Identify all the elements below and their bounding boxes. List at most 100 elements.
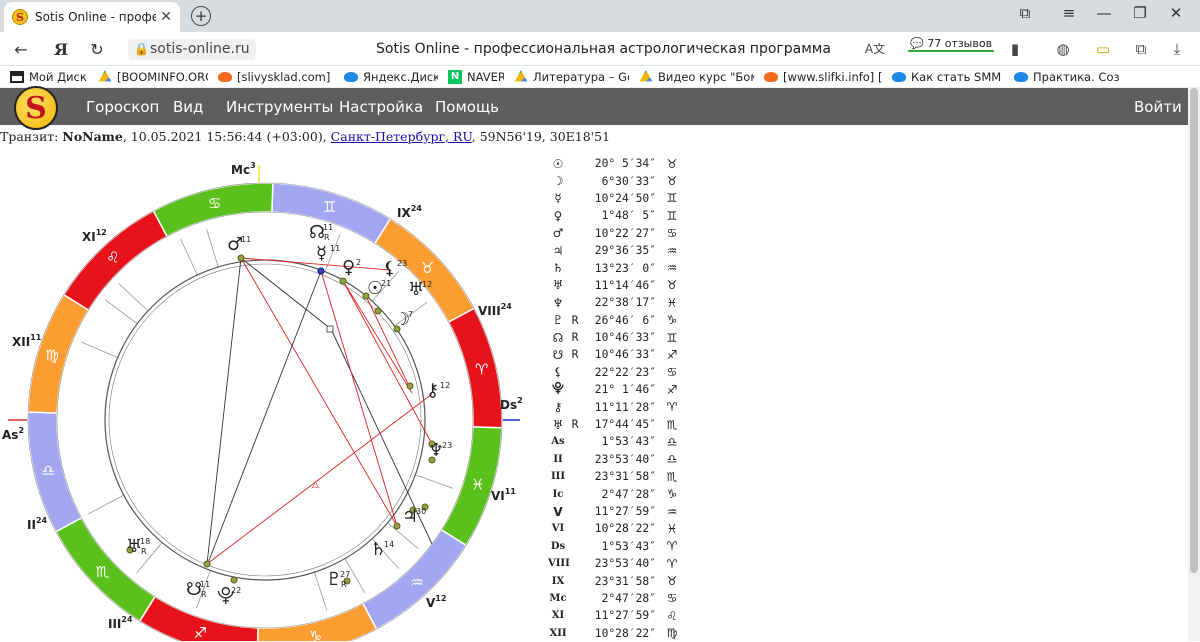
- address-bar-row: ← Я ↻ 🔒 sotis-online.ru Sotis Online - п…: [0, 32, 1200, 66]
- planet-degree: 10°28′22″: [594, 522, 656, 536]
- yandex-icon[interactable]: Я: [50, 40, 72, 59]
- retrograde-flag: R: [571, 331, 579, 345]
- house-ix-label: IX24: [397, 204, 422, 220]
- scrollbar-thumb[interactable]: [1190, 88, 1198, 573]
- battery-icon[interactable]: ▭: [1092, 40, 1114, 58]
- bookmark-item[interactable]: Литература – Goo: [504, 70, 629, 84]
- chart-planet-house-number: 11: [323, 223, 333, 232]
- back-arrow-icon[interactable]: ←: [10, 40, 32, 59]
- bookmark-item[interactable]: [www.slifki.info] [А: [754, 70, 882, 84]
- planet-symbol: III: [550, 471, 566, 483]
- bookmark-item[interactable]: Практика. Соз: [1004, 70, 1124, 84]
- house-v-label-sup: 12: [435, 594, 446, 603]
- planet-row: ♀ 1°48′ 5″ ♊: [548, 207, 682, 224]
- bookmark-item[interactable]: Как стать SMM спе: [882, 70, 1004, 84]
- planet-symbol: VI: [551, 523, 565, 535]
- ds-label-sup: 2: [517, 396, 523, 405]
- planet-symbol: ♃: [552, 243, 564, 258]
- retrograde-flag: R: [571, 348, 579, 362]
- planet-degree: 13°23′ 0″: [594, 261, 656, 275]
- planet-degree: 23°31′58″: [594, 574, 656, 588]
- planet-symbol: ⚸: [553, 365, 563, 380]
- extensions-icon[interactable]: ⧉: [1130, 40, 1152, 58]
- chart-planet-house-number: 18: [140, 537, 150, 546]
- house-viii-label-sup: 24: [501, 302, 513, 311]
- new-tab-button[interactable]: +: [191, 6, 211, 26]
- reviews-text: 77 отзывов: [927, 37, 993, 50]
- zodiac-sign: ♎: [666, 452, 678, 467]
- reviews-badge[interactable]: 💬 77 отзывов: [908, 37, 995, 52]
- bookmark-icon[interactable]: ▮: [1004, 40, 1026, 58]
- google-drive-icon: [639, 70, 653, 82]
- menu-icon[interactable]: ≡: [1057, 4, 1081, 22]
- tab-list-icon[interactable]: ⧉: [1013, 4, 1037, 22]
- zodiac-sign-glyph: ♈: [475, 361, 488, 379]
- bookmark-item[interactable]: [BOOMINFO.ORG]: [88, 70, 208, 84]
- login-button[interactable]: Войти: [1134, 98, 1182, 116]
- planet-symbol: Ic: [552, 488, 564, 500]
- zodiac-sign: ♉: [666, 156, 678, 171]
- as-label: As2: [2, 426, 24, 442]
- planet-degree: 10°22′27″: [594, 226, 656, 240]
- zodiac-sign: ♌: [666, 608, 678, 623]
- planet-degree: 10°28′22″: [594, 626, 656, 640]
- planet-row: VIII 23°53′40″ ♈: [548, 555, 682, 572]
- planet-degree: 1°48′ 5″: [601, 209, 656, 223]
- zodiac-sign: ♒: [666, 243, 678, 258]
- translate-icon[interactable]: A文: [864, 40, 886, 57]
- planet-symbol: ♄: [552, 261, 564, 276]
- planet-symbol: ♇: [552, 313, 564, 328]
- bookmark-label: Как стать SMM спе: [911, 69, 1004, 84]
- planet-symbol: XI: [551, 610, 565, 622]
- menu-horoscope[interactable]: Гороскоп: [86, 98, 159, 116]
- chart-planet-retro-mark: R: [341, 580, 347, 589]
- planet-position-dot: [203, 560, 211, 568]
- zodiac-sign: ♏: [666, 417, 678, 432]
- globe-icon[interactable]: ◍: [1052, 40, 1074, 58]
- sotis-logo[interactable]: S: [14, 86, 58, 130]
- planet-row: ⚷ 11°11′28″ ♈: [548, 398, 682, 415]
- google-drive-icon: [514, 70, 528, 82]
- chart-planet-house-number: 21: [381, 279, 391, 288]
- zodiac-sign-glyph: ♏: [96, 563, 110, 581]
- chart-planet-glyph: ☿: [316, 243, 327, 264]
- bookmark-label: [www.slifki.info] [А: [783, 69, 882, 84]
- reload-icon[interactable]: ↻: [86, 40, 108, 59]
- bookmark-label: Практика. Соз: [1033, 69, 1120, 84]
- bookmark-label: NAVER: [467, 69, 504, 84]
- house-xii-label: XII11: [12, 333, 42, 349]
- house-viii-label: VIII24: [478, 302, 512, 318]
- planet-degree: 10°24′50″: [594, 191, 656, 205]
- bookmark-item[interactable]: [slivysklad.com] [Д: [208, 70, 334, 84]
- page-scrollbar[interactable]: [1188, 88, 1200, 641]
- google-drive-icon: [98, 70, 112, 82]
- bookmark-item[interactable]: Видео курс "Бомб: [629, 70, 754, 84]
- bookmarks-bar: Мой Диск [BOOMINFO.ORG] [slivysklad.com] […: [0, 66, 1200, 88]
- menu-settings[interactable]: Настройка: [339, 98, 423, 116]
- zodiac-sign-glyph: ♍: [45, 346, 58, 364]
- planet-row: III 23°31′58″ ♏: [548, 468, 682, 485]
- retrograde-flag: R: [571, 418, 579, 432]
- browser-tab[interactable]: S Sotis Online - професси ✕: [4, 2, 180, 32]
- planet-row: ⚸ 22°22′23″ ♋: [548, 364, 682, 381]
- bookmark-item[interactable]: Яндекс.Диск: [334, 70, 438, 84]
- transit-city-link[interactable]: Санкт-Петербург, RU: [331, 129, 472, 144]
- planet-degree: 29°36′35″: [594, 244, 656, 258]
- menu-view[interactable]: Вид: [173, 98, 203, 116]
- minimize-button[interactable]: —: [1092, 4, 1116, 22]
- zodiac-sign: ♒: [666, 504, 678, 519]
- download-icon[interactable]: ⤓: [1166, 40, 1188, 58]
- planet-degree: 2°47′28″: [601, 591, 656, 605]
- planet-degree: 10°46′33″: [594, 331, 656, 345]
- menu-help[interactable]: Помощь: [435, 98, 499, 116]
- close-tab-icon[interactable]: ✕: [160, 9, 172, 25]
- house-iii-label-sup: 24: [121, 615, 133, 624]
- bookmark-item[interactable]: N NAVER: [438, 69, 504, 84]
- restore-button[interactable]: ❐: [1128, 4, 1152, 22]
- chart-planet-house-number: 2: [356, 258, 361, 267]
- planet-row: ♅ R 17°44′45″ ♏: [548, 416, 682, 433]
- bookmark-item[interactable]: Мой Диск: [0, 70, 88, 84]
- menu-tools[interactable]: Инструменты: [226, 98, 333, 116]
- close-window-button[interactable]: ✕: [1164, 4, 1188, 22]
- url-field[interactable]: 🔒 sotis-online.ru: [128, 39, 256, 60]
